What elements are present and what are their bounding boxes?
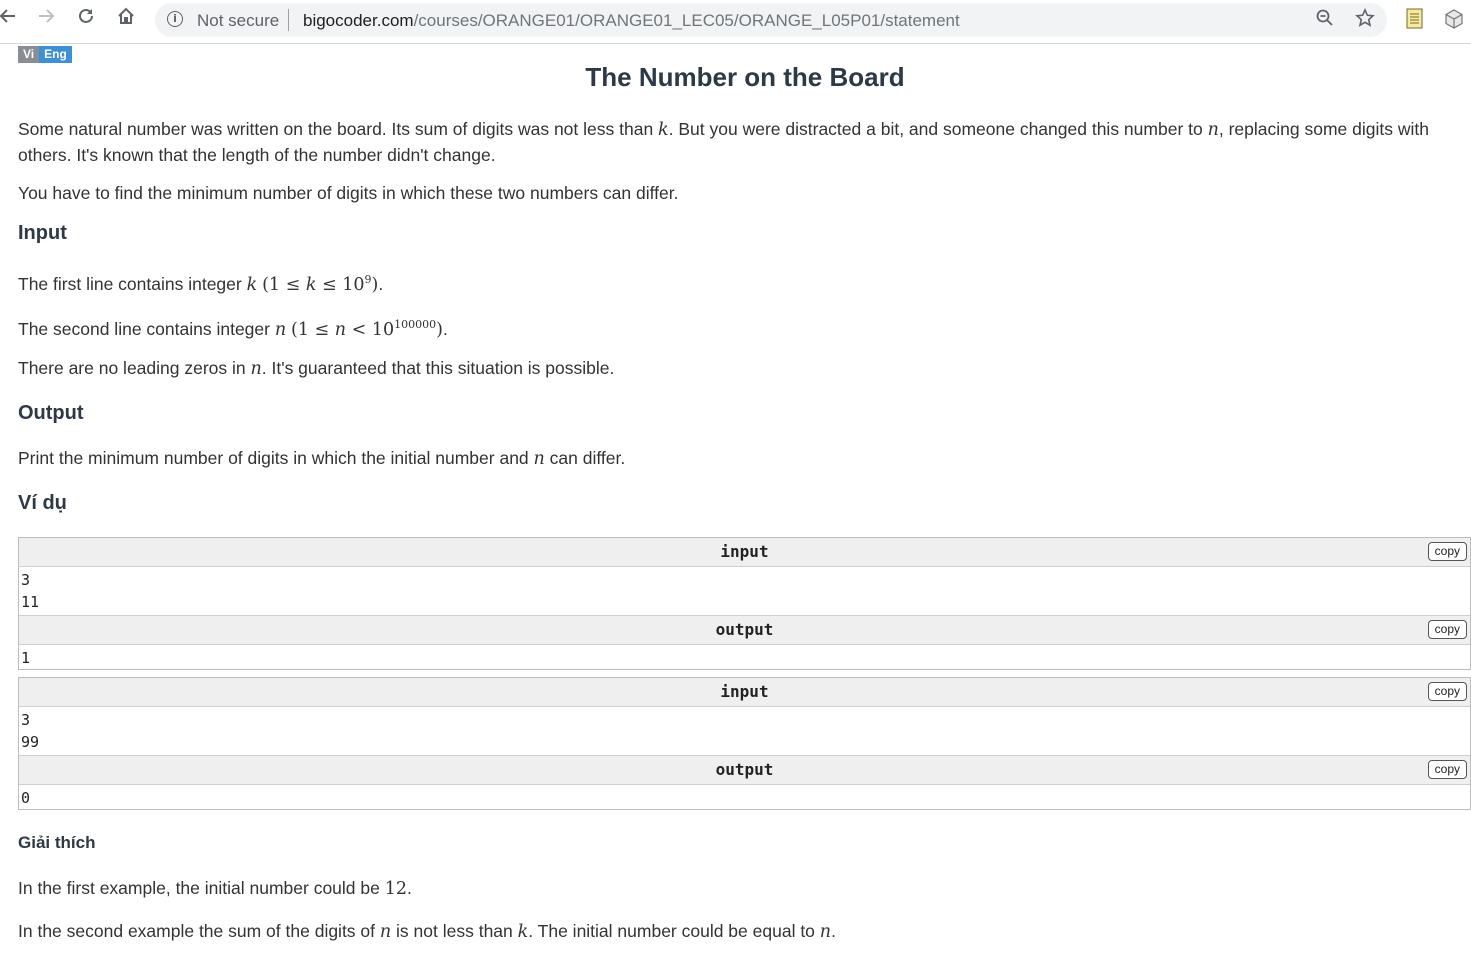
home-icon[interactable]: [112, 6, 140, 34]
sample-output-header: output copy: [19, 615, 1470, 645]
lang-eng-button[interactable]: Eng: [39, 46, 72, 63]
cube-extension-icon[interactable]: [1443, 8, 1465, 30]
address-bar[interactable]: i Not secure bigocoder.com/courses/ORANG…: [155, 3, 1387, 37]
browser-toolbar: i Not secure bigocoder.com/courses/ORANG…: [0, 0, 1471, 44]
sample-test: input copy 3 11 output copy 1: [18, 537, 1471, 670]
info-icon[interactable]: i: [167, 11, 183, 27]
sample-output-text: 1: [21, 649, 31, 667]
sample-output-header: output copy: [19, 755, 1470, 785]
examples-heading: Ví dụ: [18, 492, 67, 514]
sample-input-text: 3 11: [21, 571, 40, 611]
copy-button[interactable]: copy: [1427, 760, 1467, 779]
problem-title: The Number on the Board: [585, 62, 905, 92]
security-label[interactable]: Not secure: [197, 11, 279, 31]
url-separator: [288, 9, 289, 31]
output-heading: Output: [18, 402, 84, 424]
statement-paragraph-2: You have to find the minimum number of d…: [18, 183, 679, 203]
output-line-1: Print the minimum number of digits in wh…: [18, 448, 626, 469]
note-line-2: In the second example the sum of the dig…: [18, 921, 836, 942]
input-line-3: There are no leading zeros in n. It's gu…: [18, 358, 615, 379]
notes-extension-icon[interactable]: [1405, 8, 1427, 30]
star-icon[interactable]: [1353, 8, 1377, 32]
reload-icon[interactable]: [72, 6, 100, 34]
lang-vi-button[interactable]: Vi: [18, 46, 40, 63]
input-heading: Input: [18, 222, 67, 244]
sample-input-header: input copy: [19, 538, 1470, 567]
copy-button[interactable]: copy: [1427, 542, 1467, 561]
input-line-1: The first line contains integer k (1 ≤ k…: [18, 273, 384, 295]
sample-input-header: input copy: [19, 678, 1470, 707]
url-text[interactable]: bigocoder.com/courses/ORANGE01/ORANGE01_…: [303, 11, 960, 31]
language-switch: Vi Eng: [18, 46, 72, 63]
forward-icon[interactable]: [32, 6, 60, 34]
copy-button[interactable]: copy: [1427, 620, 1467, 639]
note-line-1: In the first example, the initial number…: [18, 878, 412, 899]
sample-input-text: 3 99: [21, 711, 40, 751]
sample-test: input copy 3 99 output copy 0: [18, 677, 1471, 810]
sample-output-text: 0: [21, 789, 31, 807]
zoom-icon[interactable]: [1313, 8, 1337, 32]
statement-paragraph-1: Some natural number was written on the b…: [18, 119, 1429, 165]
note-heading: Giải thích: [18, 833, 96, 852]
back-icon[interactable]: [0, 6, 22, 34]
copy-button[interactable]: copy: [1427, 682, 1467, 701]
input-line-2: The second line contains integer n (1 ≤ …: [18, 318, 448, 340]
